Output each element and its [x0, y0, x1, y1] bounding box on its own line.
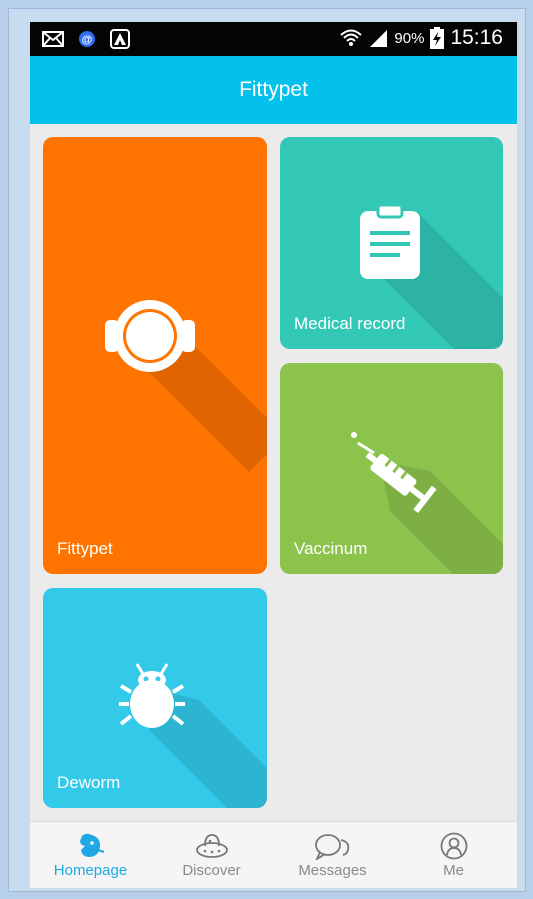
tile-label: Deworm: [57, 773, 121, 792]
svg-text:@: @: [82, 34, 93, 46]
page-title: Fittypet: [239, 78, 308, 101]
nav-messages[interactable]: Messages: [272, 822, 393, 888]
nav-label: Homepage: [53, 862, 128, 879]
dog-icon: [79, 833, 104, 857]
tile-label: Medical record: [294, 314, 406, 333]
app-notification-icon: @: [79, 31, 95, 47]
syringe-icon: [351, 432, 503, 574]
clock: 15:16: [450, 26, 503, 49]
user-icon: [440, 832, 467, 860]
tile-medical-record[interactable]: Medical record: [280, 137, 503, 349]
tile-label: Vaccinum: [294, 539, 368, 558]
phone-screen: @ 90% 15:16 Fittypet Fittypet Medical re…: [30, 22, 517, 888]
tile-label: Fittypet: [57, 539, 113, 558]
nav-label: Messages: [298, 862, 367, 879]
nav-label: Me: [443, 862, 464, 879]
autodesk-icon: [110, 29, 130, 49]
tile-deworm[interactable]: Deworm: [43, 588, 267, 808]
device-ring-icon: [105, 300, 267, 472]
nav-label: Discover: [182, 862, 241, 879]
tile-fittypet[interactable]: Fittypet: [43, 137, 267, 574]
app-bar: Fittypet: [30, 56, 517, 124]
tile-vaccinum[interactable]: Vaccinum: [280, 363, 503, 574]
bug-icon: [119, 663, 267, 808]
status-bar: @ 90% 15:16: [30, 22, 517, 56]
nav-homepage[interactable]: Homepage: [30, 822, 151, 888]
signal-icon: [370, 30, 388, 47]
wifi-icon: [340, 29, 363, 46]
chat-icon: [314, 834, 349, 860]
nav-me[interactable]: Me: [393, 822, 514, 888]
battery-percent: 90%: [394, 29, 425, 47]
mail-icon: [42, 31, 64, 47]
nav-discover[interactable]: Discover: [151, 822, 272, 888]
ufo-icon: [195, 834, 228, 858]
bottom-nav: Homepage Discover Messages Me: [30, 821, 517, 888]
battery-charging-icon: [430, 27, 445, 49]
